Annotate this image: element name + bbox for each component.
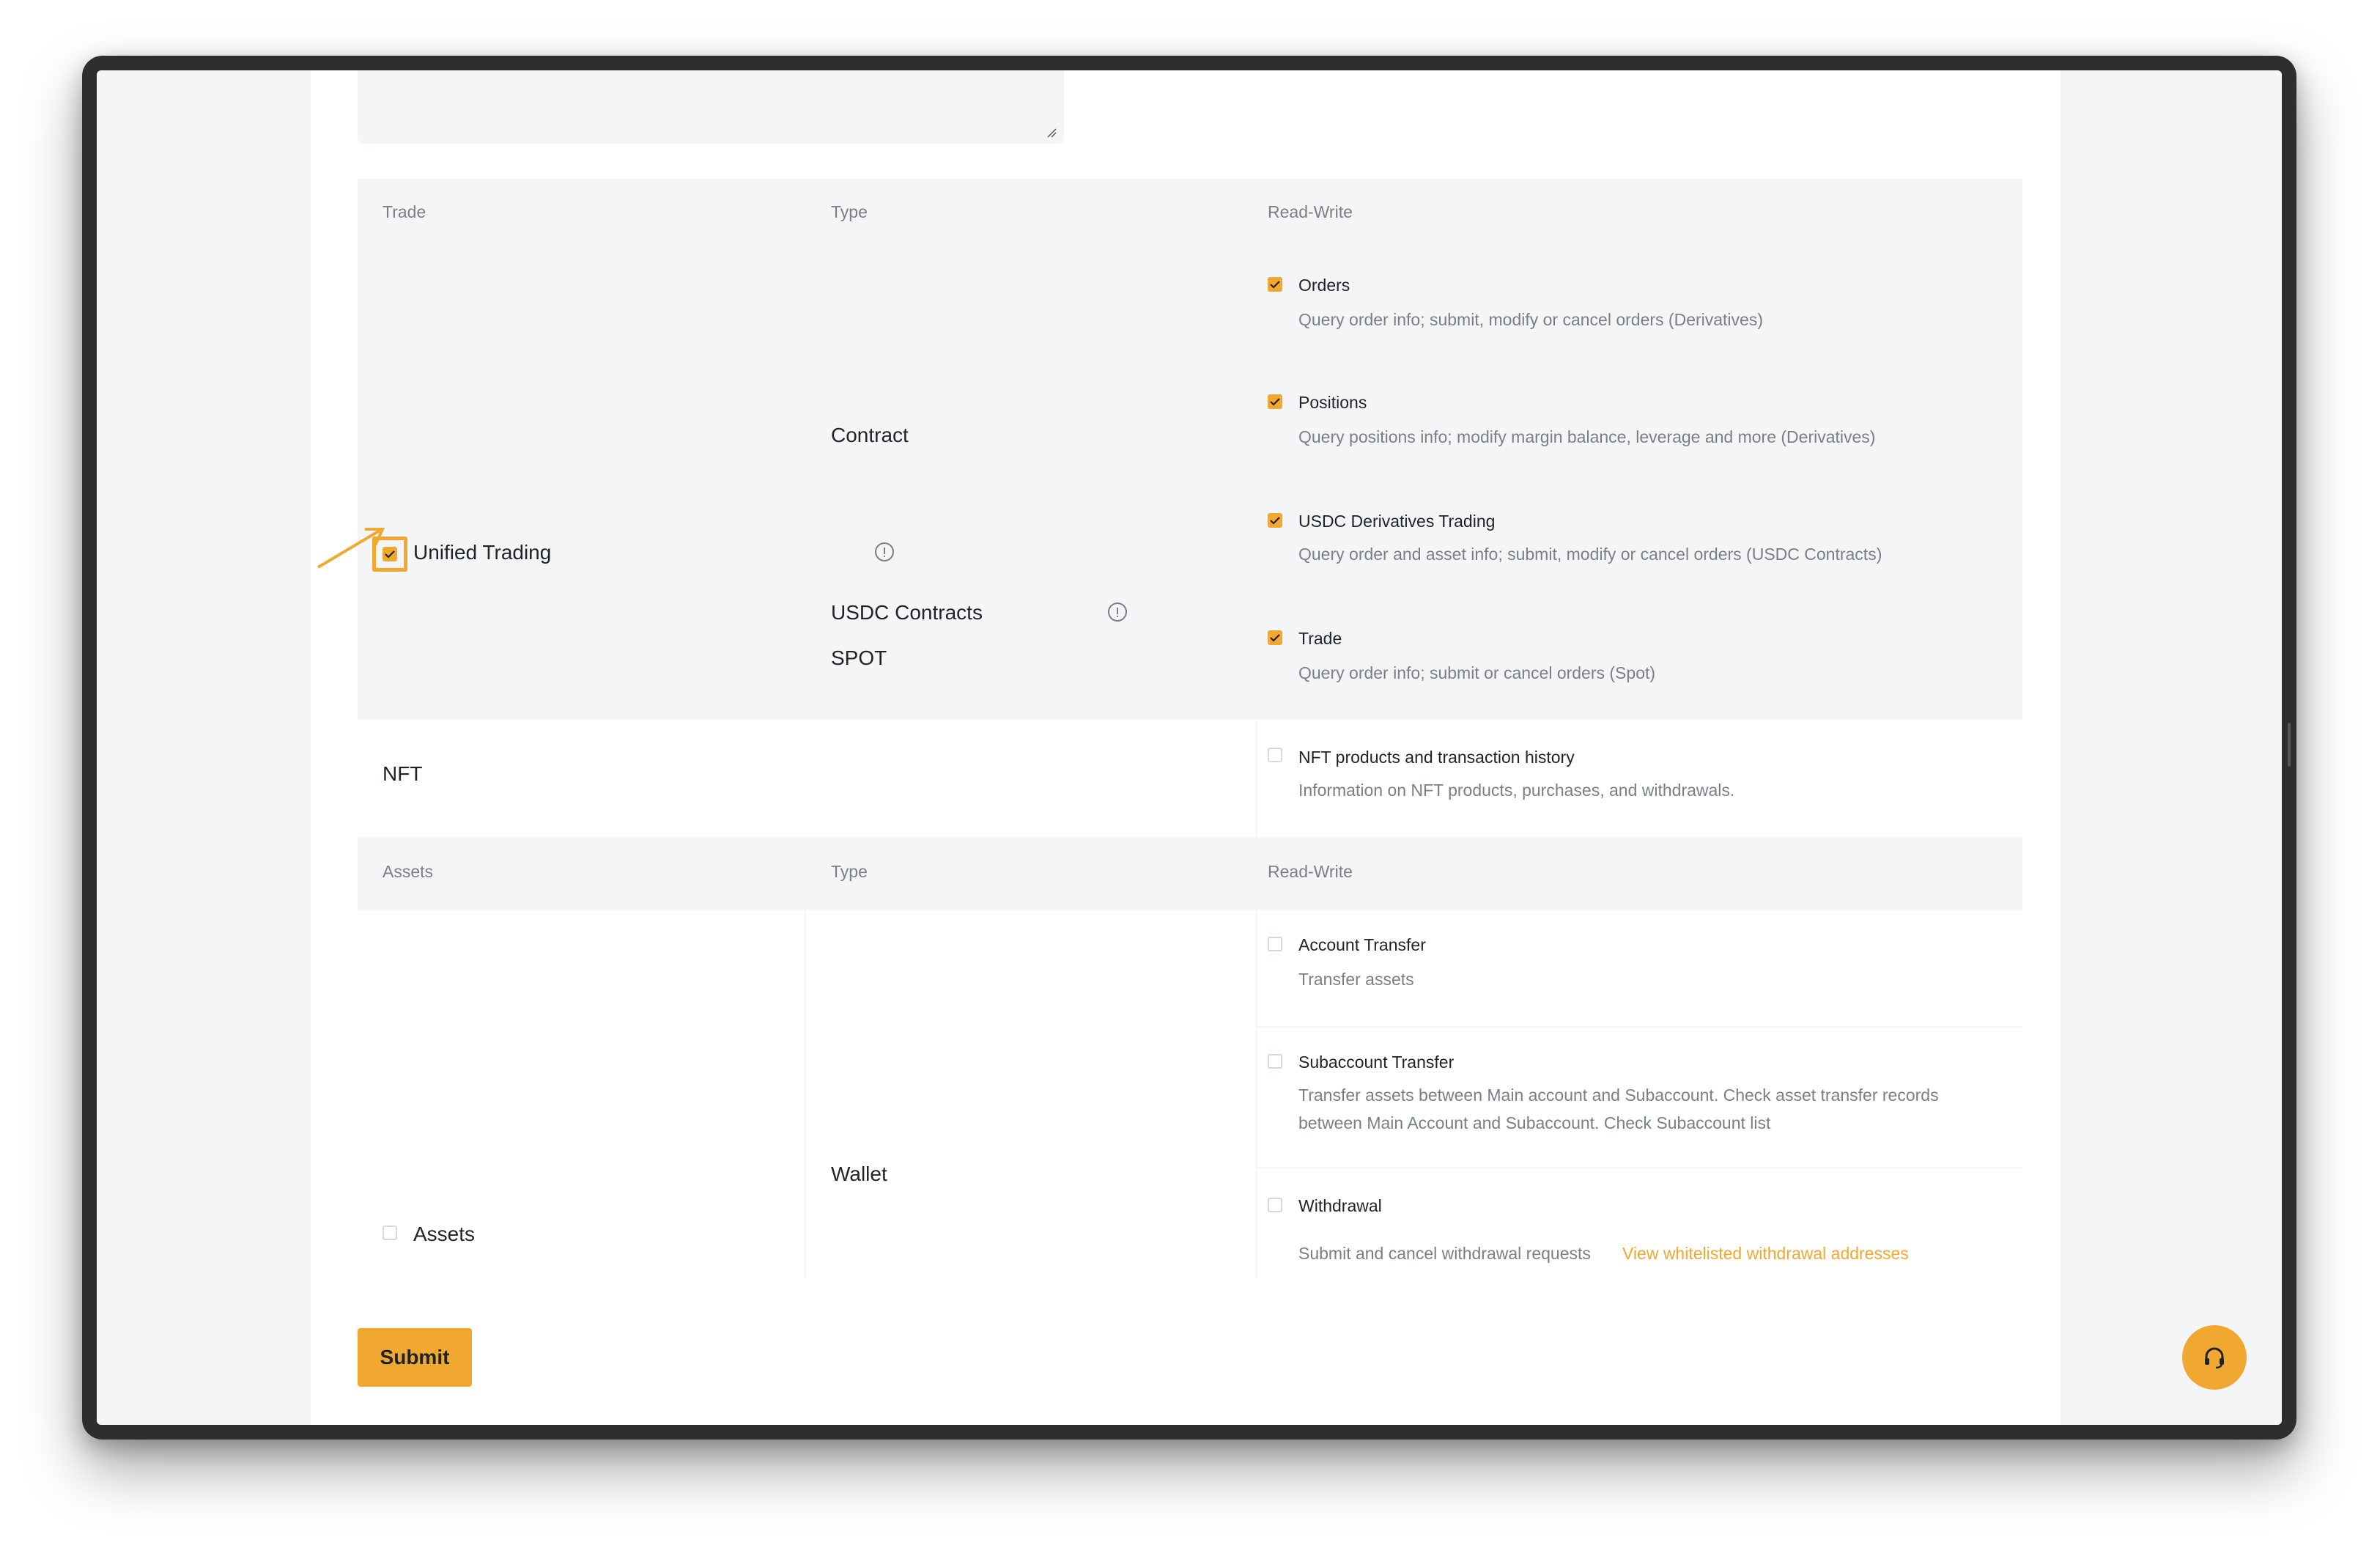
orders-title: Orders <box>1298 276 1350 295</box>
subaccount-transfer-checkbox[interactable] <box>1268 1054 1282 1069</box>
assets-label: Assets <box>413 1223 476 1245</box>
resize-grip-icon[interactable] <box>1046 128 1057 138</box>
account-transfer-title: Account Transfer <box>1298 935 1426 954</box>
nft-label: NFT <box>382 762 423 785</box>
check-icon <box>1270 517 1280 525</box>
nft-desc: Information on NFT products, purchases, … <box>1298 781 1735 800</box>
account-transfer-desc: Transfer assets <box>1298 970 1414 989</box>
trade-header: Trade <box>382 202 426 221</box>
usdc-derivatives-checkbox[interactable] <box>1268 513 1282 528</box>
withdrawal-desc: Submit and cancel withdrawal requests <box>1298 1244 1591 1263</box>
check-icon <box>1270 634 1280 642</box>
spot-trade-checkbox[interactable] <box>1268 630 1282 645</box>
check-icon <box>1270 398 1280 406</box>
usdc-derivatives-desc: Query order and asset info; submit, modi… <box>1298 545 1882 564</box>
usdc-contracts-info-icon[interactable] <box>1108 602 1127 622</box>
check-icon <box>1270 281 1280 289</box>
type-usdc-contracts: USDC Contracts <box>831 601 983 624</box>
subaccount-transfer-title: Subaccount Transfer <box>1298 1053 1455 1072</box>
positions-checkbox[interactable] <box>1268 394 1282 409</box>
orders-checkbox[interactable] <box>1268 277 1282 292</box>
nft-row <box>358 721 2022 837</box>
nft-divider <box>1256 721 1257 837</box>
unified-trading-info-icon[interactable] <box>875 542 894 561</box>
unified-trading-label: Unified Trading <box>413 541 552 564</box>
read-write-header: Read-Write <box>1268 202 1353 221</box>
withdrawal-checkbox[interactable] <box>1268 1198 1282 1212</box>
support-button[interactable] <box>2182 1325 2247 1390</box>
annotation-arrow-icon <box>317 528 385 569</box>
assets-divider-1 <box>805 910 806 1278</box>
positions-title: Positions <box>1298 393 1367 412</box>
type-contract: Contract <box>831 424 909 446</box>
usdc-derivatives-title: USDC Derivatives Trading <box>1298 512 1496 531</box>
device-frame: Trade Type Read-Write Unified Trading Co… <box>82 56 2296 1440</box>
assets-row-divider-2 <box>1257 1167 2022 1168</box>
nft-title: NFT products and transaction history <box>1298 748 1575 767</box>
screen: Trade Type Read-Write Unified Trading Co… <box>97 70 2282 1425</box>
orders-desc: Query order info; submit, modify or canc… <box>1298 310 1763 329</box>
nft-checkbox[interactable] <box>1268 748 1282 762</box>
notes-textarea[interactable] <box>358 70 1064 144</box>
withdrawal-title: Withdrawal <box>1298 1196 1382 1215</box>
assets-header: Assets <box>382 862 434 881</box>
type-header: Type <box>831 202 868 221</box>
assets-row-divider-1 <box>1257 1026 2022 1028</box>
type-spot: SPOT <box>831 646 887 669</box>
assets-divider-2 <box>1256 910 1257 1278</box>
spot-trade-desc: Query order info; submit or cancel order… <box>1298 663 1656 682</box>
side-handle <box>2288 723 2291 767</box>
subaccount-transfer-desc-1: Transfer assets between Main account and… <box>1298 1086 1939 1105</box>
submit-button[interactable]: Submit <box>358 1328 472 1387</box>
type-wallet: Wallet <box>831 1162 887 1185</box>
main-content: Trade Type Read-Write Unified Trading Co… <box>311 70 2061 1425</box>
assets-header-row <box>358 837 2022 910</box>
assets-type-header: Type <box>831 862 868 881</box>
whitelisted-addresses-link[interactable]: View whitelisted withdrawal addresses <box>1622 1240 1909 1267</box>
assets-read-write-header: Read-Write <box>1268 862 1353 881</box>
positions-desc: Query positions info; modify margin bala… <box>1298 427 1876 446</box>
spot-trade-title: Trade <box>1298 629 1342 648</box>
headset-icon <box>2205 1347 2224 1369</box>
subaccount-transfer-desc-2: between Main Account and Subaccount. Che… <box>1298 1113 1771 1132</box>
account-transfer-checkbox[interactable] <box>1268 937 1282 951</box>
assets-checkbox[interactable] <box>382 1226 397 1240</box>
